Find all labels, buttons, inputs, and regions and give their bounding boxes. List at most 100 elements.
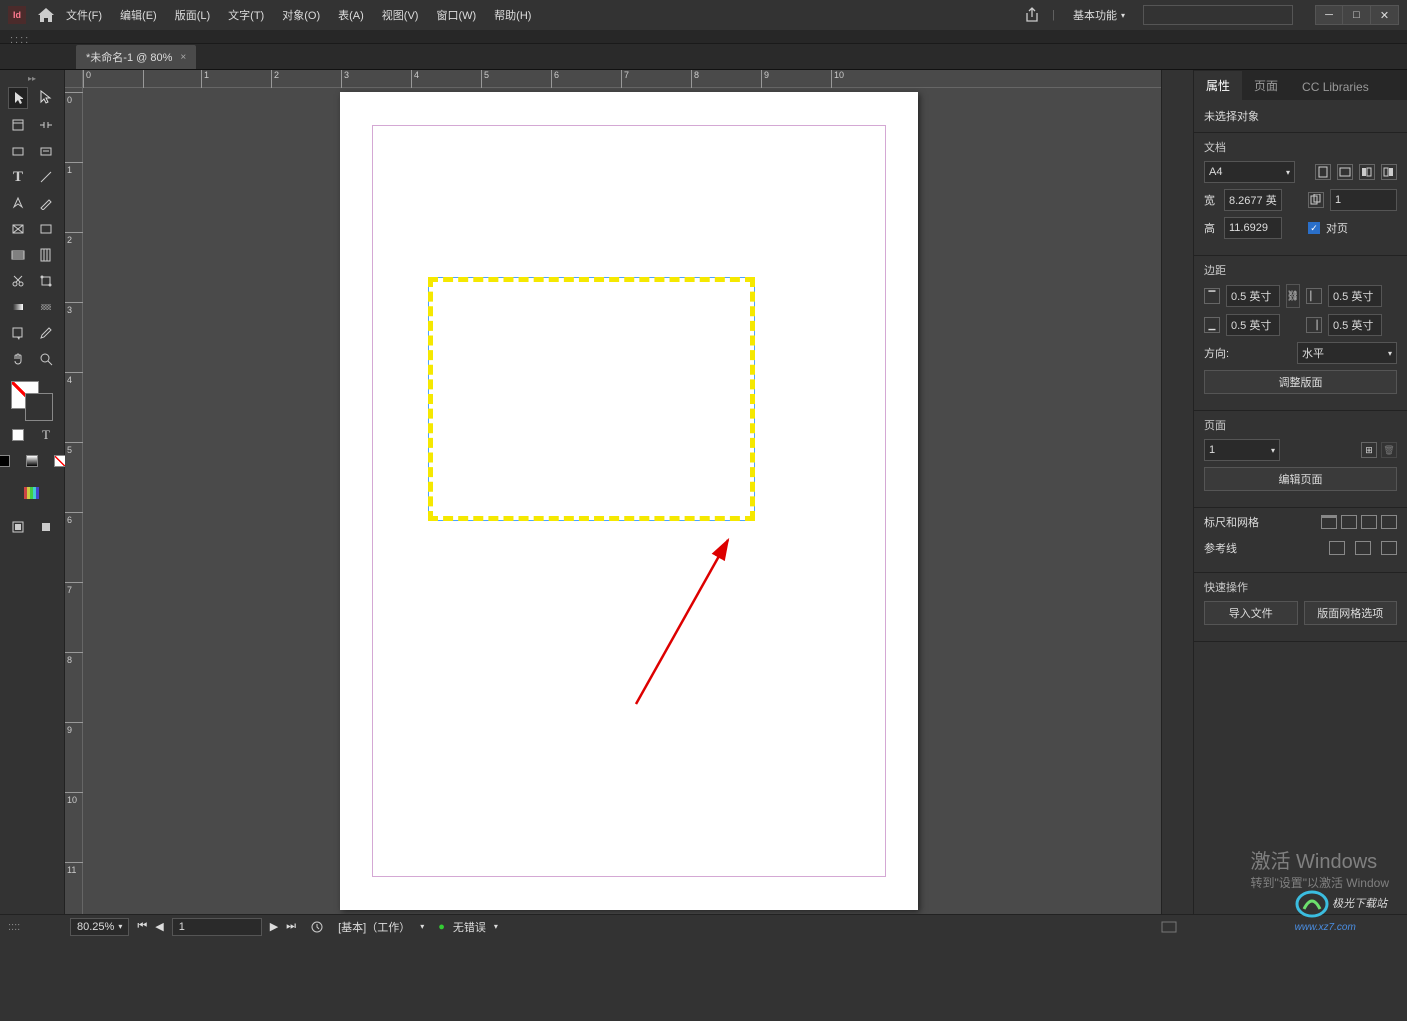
stroke-color[interactable] bbox=[25, 393, 53, 421]
line-tool[interactable] bbox=[36, 167, 56, 187]
margin-top-input[interactable]: 0.5 英寸 bbox=[1226, 285, 1280, 307]
menu-window[interactable]: 窗口(W) bbox=[436, 7, 476, 23]
tab-pages[interactable]: 页面 bbox=[1242, 71, 1290, 100]
tab-properties[interactable]: 属性 bbox=[1194, 71, 1242, 100]
gradient-swatch-tool[interactable] bbox=[8, 297, 28, 317]
search-input[interactable] bbox=[1143, 5, 1293, 25]
margin-right-input[interactable]: 0.5 英寸 bbox=[1328, 314, 1382, 336]
content-collector-tool[interactable] bbox=[8, 141, 28, 161]
tab-cc-libraries[interactable]: CC Libraries bbox=[1290, 74, 1381, 100]
horizontal-grid-tool[interactable] bbox=[8, 245, 28, 265]
hand-tool[interactable] bbox=[8, 349, 28, 369]
pencil-tool[interactable] bbox=[36, 193, 56, 213]
tab-close-icon[interactable]: × bbox=[180, 52, 186, 63]
pen-tool[interactable] bbox=[8, 193, 28, 213]
workspace-switcher[interactable]: 基本功能▾ bbox=[1067, 5, 1131, 25]
import-file-button[interactable]: 导入文件 bbox=[1204, 601, 1298, 625]
app-logo-icon: Id bbox=[8, 6, 26, 24]
orientation-select[interactable]: 水平▾ bbox=[1297, 342, 1397, 364]
page-tool[interactable] bbox=[8, 115, 28, 135]
page-number-select[interactable]: 1▾ bbox=[1204, 439, 1280, 461]
facing-pages-checkbox[interactable]: ✓ bbox=[1308, 222, 1320, 234]
gradient-feather-tool[interactable] bbox=[36, 297, 56, 317]
scissors-tool[interactable] bbox=[8, 271, 28, 291]
color-theme-tool[interactable] bbox=[22, 483, 42, 503]
menu-view[interactable]: 视图(V) bbox=[382, 7, 419, 23]
apply-color-icon[interactable] bbox=[0, 451, 14, 471]
rectangle-frame-tool[interactable] bbox=[8, 219, 28, 239]
color-wells[interactable] bbox=[11, 381, 53, 421]
margin-left-input[interactable]: 0.5 英寸 bbox=[1328, 285, 1382, 307]
menu-object[interactable]: 对象(O) bbox=[282, 7, 320, 23]
selection-status: 未选择对象 bbox=[1194, 100, 1407, 133]
next-page-icon[interactable]: ▶ bbox=[270, 920, 278, 933]
page-preset-select[interactable]: A4▾ bbox=[1204, 161, 1295, 183]
note-tool[interactable] bbox=[8, 323, 28, 343]
adjust-layout-button[interactable]: 调整版面 bbox=[1204, 370, 1397, 394]
format-container-icon[interactable] bbox=[8, 425, 28, 445]
share-icon[interactable] bbox=[1024, 7, 1040, 23]
page-field[interactable]: 1 bbox=[172, 918, 262, 936]
master-field[interactable]: [基本]（工作）▾ bbox=[332, 918, 430, 936]
page[interactable] bbox=[340, 92, 918, 910]
collapsed-panel-dock[interactable] bbox=[1161, 70, 1193, 920]
margin-right-icon: ▕ bbox=[1306, 317, 1322, 333]
canvas-area[interactable]: 0 1 2 3 4 5 6 7 8 9 10 0 1 2 3 4 5 6 7 8… bbox=[65, 70, 1161, 920]
gap-tool[interactable] bbox=[36, 115, 56, 135]
section-document-label: 文档 bbox=[1204, 139, 1397, 155]
zoom-tool[interactable] bbox=[36, 349, 56, 369]
direct-selection-tool[interactable] bbox=[36, 87, 56, 107]
guides-icons[interactable] bbox=[1329, 541, 1397, 555]
view-mode-preview[interactable] bbox=[36, 517, 56, 537]
home-icon[interactable] bbox=[38, 8, 54, 22]
pages-input[interactable]: 1 bbox=[1330, 189, 1397, 211]
new-page-icon[interactable]: ⊞ bbox=[1361, 442, 1377, 458]
menu-file[interactable]: 文件(F) bbox=[66, 7, 102, 23]
binding-rtl-icon[interactable] bbox=[1381, 164, 1397, 180]
ruler-origin[interactable] bbox=[65, 70, 83, 88]
menu-help[interactable]: 帮助(H) bbox=[494, 7, 531, 23]
menu-edit[interactable]: 编辑(E) bbox=[120, 7, 157, 23]
document-tab[interactable]: *未命名-1 @ 80% × bbox=[76, 45, 196, 69]
minimize-button[interactable]: ─ bbox=[1315, 5, 1343, 25]
link-margins-icon[interactable]: ⛓ bbox=[1286, 284, 1300, 308]
facing-pages-label: 对页 bbox=[1326, 220, 1348, 236]
preflight-status[interactable]: 无错误 bbox=[453, 919, 486, 935]
type-tool[interactable]: T bbox=[8, 167, 28, 187]
content-placer-tool[interactable] bbox=[36, 141, 56, 161]
dashed-rectangle-object[interactable] bbox=[428, 277, 755, 521]
close-button[interactable]: ✕ bbox=[1371, 5, 1399, 25]
eyedropper-tool[interactable] bbox=[36, 323, 56, 343]
edit-page-button[interactable]: 编辑页面 bbox=[1204, 467, 1397, 491]
menu-layout[interactable]: 版面(L) bbox=[175, 7, 210, 23]
scrollbar-horizontal[interactable] bbox=[1161, 920, 1177, 934]
height-input[interactable]: 11.6929 bbox=[1224, 217, 1282, 239]
binding-ltr-icon[interactable] bbox=[1359, 164, 1375, 180]
margin-left-icon: ▏ bbox=[1306, 288, 1322, 304]
maximize-button[interactable]: □ bbox=[1343, 5, 1371, 25]
orientation-portrait-icon[interactable] bbox=[1315, 164, 1331, 180]
margin-bottom-input[interactable]: 0.5 英寸 bbox=[1226, 314, 1280, 336]
apply-gradient-icon[interactable] bbox=[22, 451, 42, 471]
grid-mode-icons[interactable] bbox=[1321, 515, 1397, 529]
menu-type[interactable]: 文字(T) bbox=[228, 7, 264, 23]
zoom-field[interactable]: 80.25%▾ bbox=[70, 918, 129, 936]
orientation-landscape-icon[interactable] bbox=[1337, 164, 1353, 180]
selection-tool[interactable] bbox=[8, 87, 28, 109]
free-transform-tool[interactable] bbox=[36, 271, 56, 291]
delete-page-icon[interactable]: 🗑 bbox=[1381, 442, 1397, 458]
menu-table[interactable]: 表(A) bbox=[338, 7, 364, 23]
open-icon[interactable] bbox=[310, 920, 324, 934]
rectangle-tool[interactable] bbox=[36, 219, 56, 239]
layout-grid-options-button[interactable]: 版面网格选项 bbox=[1304, 601, 1398, 625]
last-page-icon[interactable]: ⏭ bbox=[286, 920, 296, 933]
prev-page-icon[interactable]: ◀ bbox=[155, 920, 163, 933]
width-input[interactable]: 8.2677 英 bbox=[1224, 189, 1282, 211]
first-page-icon[interactable]: ⏮ bbox=[137, 920, 147, 933]
format-text-icon[interactable]: T bbox=[36, 425, 56, 445]
section-margins-label: 边距 bbox=[1204, 262, 1397, 278]
view-mode-normal[interactable] bbox=[8, 517, 28, 537]
vertical-ruler[interactable]: 0 1 2 3 4 5 6 7 8 9 10 11 bbox=[65, 88, 83, 920]
vertical-grid-tool[interactable] bbox=[36, 245, 56, 265]
horizontal-ruler[interactable]: 0 1 2 3 4 5 6 7 8 9 10 bbox=[83, 70, 1161, 88]
